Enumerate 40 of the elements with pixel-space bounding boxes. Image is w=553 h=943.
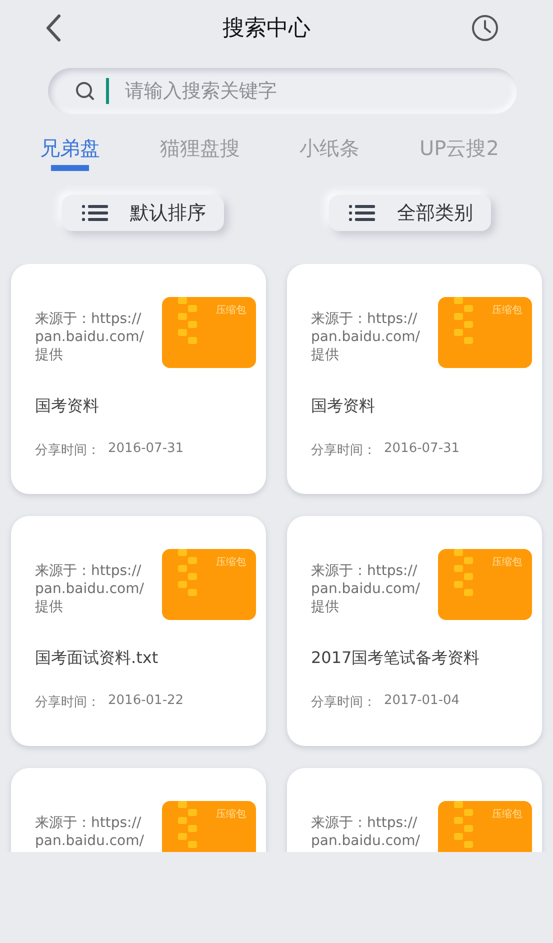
clock-icon[interactable]: [471, 14, 499, 42]
share-time-label: 分享时间：: [35, 442, 100, 459]
archive-label: 压缩包: [492, 808, 522, 821]
search-field[interactable]: 请输入搜索关键字: [123, 79, 517, 103]
source-text: 来源于：https:// pan.baidu.com/ 提供: [35, 562, 144, 617]
result-card[interactable]: 来源于：https:// pan.baidu.com/ 提供 压缩包 国考面试资料.txt 分享时间： 2016-01-22: [11, 516, 266, 746]
filter-button[interactable]: 全部类别: [329, 195, 491, 231]
back-icon[interactable]: [44, 14, 62, 42]
result-card[interactable]: 来源于：https:// pan.baidu.com/ 提供 压缩包 国考资料 分享时间： 2016-07-31: [287, 264, 542, 494]
result-card[interactable]: 来源于：https:// pan.baidu.com/ 提供 压缩包 国考资料 分享时间： 2016-07-31: [11, 264, 266, 494]
filter-button[interactable]: 默认排序: [62, 195, 224, 231]
text-cursor: [106, 78, 109, 104]
archive-label: 压缩包: [216, 304, 246, 317]
list-icon: [82, 204, 108, 222]
source-text: 来源于：https:// pan.baidu.com/ 提供: [311, 310, 420, 365]
share-date: 2016-01-22: [108, 693, 184, 710]
source-text: 来源于：https:// pan.baidu.com/: [311, 814, 420, 851]
share-time-label: 分享时间：: [311, 694, 376, 711]
archive-label: 压缩包: [216, 556, 246, 569]
file-name: 国考面试资料.txt: [35, 648, 160, 669]
source-text: 来源于：https:// pan.baidu.com/: [35, 814, 144, 851]
archive-label: 压缩包: [492, 304, 522, 317]
archive-label: 压缩包: [216, 808, 246, 821]
source-text: 来源于：https:// pan.baidu.com/ 提供: [35, 310, 144, 365]
file-name: 国考资料: [311, 396, 376, 417]
search-icon: [74, 80, 96, 102]
page-title: 搜索中心: [222, 15, 310, 43]
archive-label: 压缩包: [492, 556, 522, 569]
file-name: 2017国考笔试备考资料: [311, 648, 481, 669]
result-card[interactable]: 来源于：https:// pan.baidu.com/ 提供 压缩包 2017国考笔试备考资料 分享时间： 2017-01-04: [287, 516, 542, 746]
result-card[interactable]: 来源于：https:// pan.baidu.com/ 压缩包: [11, 768, 266, 852]
source-text: 来源于：https:// pan.baidu.com/ 提供: [311, 562, 420, 617]
file-name: 国考资料: [35, 396, 100, 417]
share-date: 2016-07-31: [384, 441, 460, 458]
share-time-label: 分享时间：: [35, 694, 100, 711]
result-card[interactable]: 来源于：https:// pan.baidu.com/ 压缩包: [287, 768, 542, 852]
list-icon: [349, 204, 375, 222]
share-date: 2016-07-31: [108, 441, 184, 458]
share-time-label: 分享时间：: [311, 442, 376, 459]
share-date: 2017-01-04: [384, 693, 460, 710]
